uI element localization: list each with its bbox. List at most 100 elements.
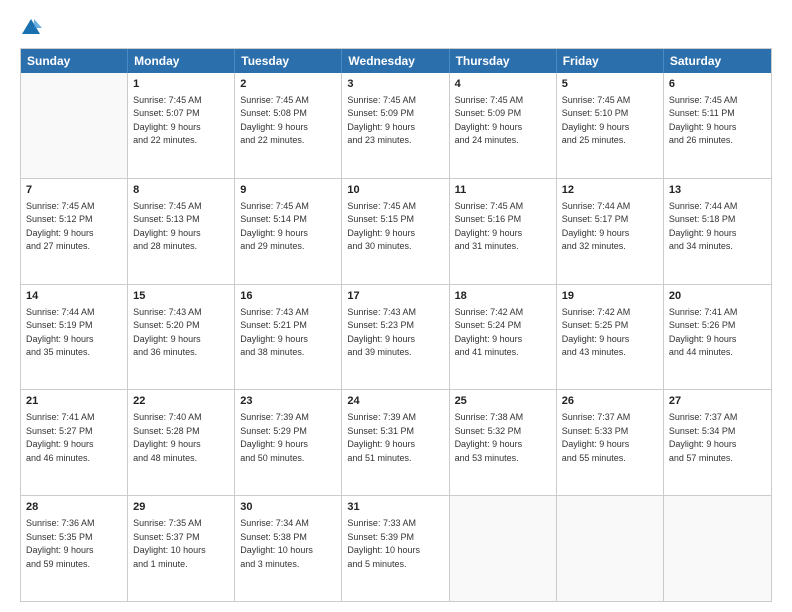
cell-info-line: Sunset: 5:08 PM: [240, 107, 336, 121]
cell-info-line: Sunrise: 7:44 AM: [669, 200, 766, 214]
cell-info-line: Daylight: 9 hours: [133, 333, 229, 347]
cal-cell: 14Sunrise: 7:44 AMSunset: 5:19 PMDayligh…: [21, 285, 128, 390]
logo-icon: [20, 16, 42, 38]
cell-info-line: and 23 minutes.: [347, 134, 443, 148]
cell-info-line: and 1 minute.: [133, 558, 229, 572]
cal-cell: 1Sunrise: 7:45 AMSunset: 5:07 PMDaylight…: [128, 73, 235, 178]
day-number: 16: [240, 289, 336, 305]
cell-info-line: Sunrise: 7:44 AM: [26, 306, 122, 320]
cell-info-line: and 32 minutes.: [562, 240, 658, 254]
cell-info-line: Sunset: 5:16 PM: [455, 213, 551, 227]
cal-cell: 7Sunrise: 7:45 AMSunset: 5:12 PMDaylight…: [21, 179, 128, 284]
day-number: 23: [240, 394, 336, 410]
cell-info-line: Sunset: 5:19 PM: [26, 319, 122, 333]
cell-info-line: Sunrise: 7:34 AM: [240, 517, 336, 531]
cell-info-line: Daylight: 9 hours: [133, 227, 229, 241]
cell-info-line: and 46 minutes.: [26, 452, 122, 466]
cell-info-line: and 44 minutes.: [669, 346, 766, 360]
cell-info-line: Daylight: 9 hours: [240, 121, 336, 135]
cal-cell: 17Sunrise: 7:43 AMSunset: 5:23 PMDayligh…: [342, 285, 449, 390]
cell-info-line: Sunrise: 7:45 AM: [26, 200, 122, 214]
cell-info-line: and 39 minutes.: [347, 346, 443, 360]
cell-info-line: Sunrise: 7:45 AM: [133, 200, 229, 214]
day-number: 24: [347, 394, 443, 410]
cell-info-line: Daylight: 9 hours: [669, 227, 766, 241]
cell-info-line: Sunset: 5:20 PM: [133, 319, 229, 333]
cell-info-line: Sunrise: 7:37 AM: [669, 411, 766, 425]
cell-info-line: Sunset: 5:35 PM: [26, 531, 122, 545]
cal-cell: 31Sunrise: 7:33 AMSunset: 5:39 PMDayligh…: [342, 496, 449, 601]
cell-info-line: Daylight: 10 hours: [240, 544, 336, 558]
cell-info-line: Sunrise: 7:45 AM: [562, 94, 658, 108]
cell-info-line: Sunrise: 7:39 AM: [240, 411, 336, 425]
cell-info-line: Sunset: 5:23 PM: [347, 319, 443, 333]
cell-info-line: Sunrise: 7:45 AM: [347, 94, 443, 108]
cell-info-line: and 48 minutes.: [133, 452, 229, 466]
cell-info-line: and 27 minutes.: [26, 240, 122, 254]
cell-info-line: Daylight: 9 hours: [26, 544, 122, 558]
day-number: 8: [133, 183, 229, 199]
cal-cell: 10Sunrise: 7:45 AMSunset: 5:15 PMDayligh…: [342, 179, 449, 284]
cell-info-line: and 34 minutes.: [669, 240, 766, 254]
cell-info-line: Sunrise: 7:43 AM: [133, 306, 229, 320]
cal-header-day-wednesday: Wednesday: [342, 49, 449, 73]
cal-row-3: 21Sunrise: 7:41 AMSunset: 5:27 PMDayligh…: [21, 389, 771, 495]
cell-info-line: and 31 minutes.: [455, 240, 551, 254]
cell-info-line: Sunrise: 7:43 AM: [347, 306, 443, 320]
cell-info-line: Daylight: 9 hours: [455, 333, 551, 347]
cell-info-line: Sunset: 5:07 PM: [133, 107, 229, 121]
cell-info-line: and 35 minutes.: [26, 346, 122, 360]
cell-info-line: Daylight: 9 hours: [347, 227, 443, 241]
cal-cell: 26Sunrise: 7:37 AMSunset: 5:33 PMDayligh…: [557, 390, 664, 495]
cell-info-line: Sunrise: 7:42 AM: [562, 306, 658, 320]
logo: [20, 16, 42, 38]
cell-info-line: Sunset: 5:32 PM: [455, 425, 551, 439]
cell-info-line: and 30 minutes.: [347, 240, 443, 254]
cell-info-line: Sunset: 5:27 PM: [26, 425, 122, 439]
cal-cell: 24Sunrise: 7:39 AMSunset: 5:31 PMDayligh…: [342, 390, 449, 495]
cal-cell: [450, 496, 557, 601]
cell-info-line: Sunrise: 7:37 AM: [562, 411, 658, 425]
cell-info-line: Daylight: 9 hours: [455, 121, 551, 135]
cell-info-line: and 51 minutes.: [347, 452, 443, 466]
cell-info-line: and 41 minutes.: [455, 346, 551, 360]
cell-info-line: Sunset: 5:26 PM: [669, 319, 766, 333]
cal-header-day-tuesday: Tuesday: [235, 49, 342, 73]
day-number: 1: [133, 77, 229, 93]
cell-info-line: and 55 minutes.: [562, 452, 658, 466]
cell-info-line: Sunset: 5:11 PM: [669, 107, 766, 121]
cell-info-line: Sunset: 5:12 PM: [26, 213, 122, 227]
cell-info-line: Sunrise: 7:45 AM: [455, 94, 551, 108]
cal-cell: 21Sunrise: 7:41 AMSunset: 5:27 PMDayligh…: [21, 390, 128, 495]
cal-cell: 12Sunrise: 7:44 AMSunset: 5:17 PMDayligh…: [557, 179, 664, 284]
cell-info-line: and 22 minutes.: [133, 134, 229, 148]
cell-info-line: Sunset: 5:24 PM: [455, 319, 551, 333]
cal-cell: 23Sunrise: 7:39 AMSunset: 5:29 PMDayligh…: [235, 390, 342, 495]
day-number: 15: [133, 289, 229, 305]
cal-cell: [557, 496, 664, 601]
cell-info-line: Daylight: 9 hours: [562, 121, 658, 135]
cell-info-line: Daylight: 9 hours: [133, 121, 229, 135]
cell-info-line: Sunrise: 7:39 AM: [347, 411, 443, 425]
cell-info-line: and 59 minutes.: [26, 558, 122, 572]
page: SundayMondayTuesdayWednesdayThursdayFrid…: [0, 0, 792, 612]
day-number: 21: [26, 394, 122, 410]
day-number: 31: [347, 500, 443, 516]
cal-row-0: 1Sunrise: 7:45 AMSunset: 5:07 PMDaylight…: [21, 73, 771, 178]
day-number: 2: [240, 77, 336, 93]
cal-cell: 27Sunrise: 7:37 AMSunset: 5:34 PMDayligh…: [664, 390, 771, 495]
cell-info-line: Sunrise: 7:41 AM: [669, 306, 766, 320]
cal-row-4: 28Sunrise: 7:36 AMSunset: 5:35 PMDayligh…: [21, 495, 771, 601]
day-number: 26: [562, 394, 658, 410]
cell-info-line: and 24 minutes.: [455, 134, 551, 148]
cal-cell: 3Sunrise: 7:45 AMSunset: 5:09 PMDaylight…: [342, 73, 449, 178]
cell-info-line: Sunset: 5:09 PM: [455, 107, 551, 121]
cal-cell: 22Sunrise: 7:40 AMSunset: 5:28 PMDayligh…: [128, 390, 235, 495]
cell-info-line: Sunrise: 7:43 AM: [240, 306, 336, 320]
cell-info-line: Sunrise: 7:44 AM: [562, 200, 658, 214]
cell-info-line: Sunrise: 7:45 AM: [455, 200, 551, 214]
cell-info-line: Sunrise: 7:38 AM: [455, 411, 551, 425]
cell-info-line: Daylight: 9 hours: [669, 333, 766, 347]
day-number: 14: [26, 289, 122, 305]
cal-cell: 9Sunrise: 7:45 AMSunset: 5:14 PMDaylight…: [235, 179, 342, 284]
